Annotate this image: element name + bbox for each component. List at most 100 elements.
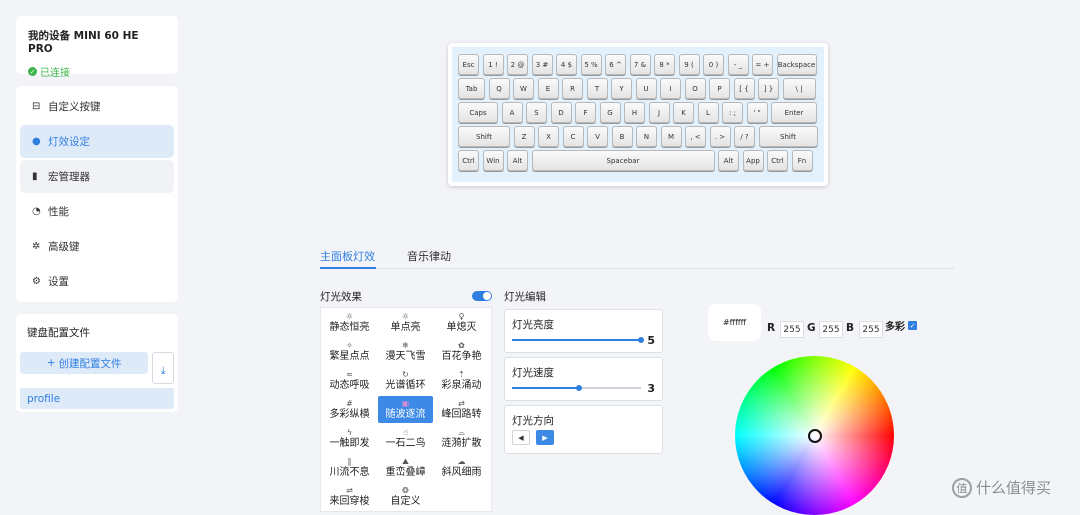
key-1-12[interactable]: ] } [758, 78, 779, 99]
key-1-5[interactable]: T [586, 78, 608, 99]
key-1-6[interactable]: Y [611, 78, 632, 99]
key-3-4[interactable]: V [587, 126, 608, 147]
key-4-4[interactable]: Alt [718, 150, 739, 171]
key-2-8[interactable]: K [673, 102, 694, 123]
key-4-0[interactable]: Ctrl [458, 150, 479, 171]
key-3-5[interactable]: B [611, 126, 633, 147]
key-3-6[interactable]: N [636, 126, 657, 147]
key-0-7[interactable]: 7 & [629, 54, 651, 75]
key-3-10[interactable]: / ? [734, 126, 755, 147]
effect-17[interactable]: ☁ 斜风细雨 [434, 454, 489, 481]
effect-18[interactable]: ⇌ 来回穿梭 [322, 483, 377, 510]
key-4-7[interactable]: Fn [791, 150, 813, 171]
key-0-8[interactable]: 8 * [654, 54, 675, 75]
effect-16[interactable]: ⛰ 重峦叠嶂 [378, 454, 433, 481]
effect-5[interactable]: ✿ 百花争艳 [434, 338, 489, 365]
key-0-5[interactable]: 5 % [580, 54, 602, 75]
r-input[interactable]: 255 [780, 321, 804, 338]
key-2-12[interactable]: Enter [771, 102, 817, 123]
effect-15[interactable]: ∥ 川流不息 [322, 454, 377, 481]
sidebar-item-advanced[interactable]: ✲ 高级键 [20, 230, 174, 263]
key-1-3[interactable]: E [537, 78, 559, 99]
key-0-11[interactable]: - _ [727, 54, 749, 75]
speed-slider[interactable] [512, 385, 641, 391]
effect-4[interactable]: ❄ 漫天飞雪 [378, 338, 433, 365]
key-0-1[interactable]: 1 ! [482, 54, 504, 75]
key-3-3[interactable]: C [562, 126, 584, 147]
key-2-3[interactable]: D [550, 102, 572, 123]
effect-14[interactable]: ⌓ 涟漪扩散 [434, 425, 489, 452]
effect-7[interactable]: ↻ 光谱循环 [378, 367, 433, 394]
key-0-0[interactable]: Esc [458, 54, 479, 75]
effect-12[interactable]: ϟ 一触即发 [322, 425, 377, 452]
effect-19[interactable]: ❂ 自定义 [378, 483, 433, 510]
direction-right-button[interactable]: ▶ [536, 430, 554, 445]
create-profile-button[interactable]: + 创建配置文件 [20, 352, 149, 374]
key-2-11[interactable]: ' " [746, 102, 768, 123]
sidebar-item-macro[interactable]: ▮ 宏管理器 [20, 160, 174, 193]
key-1-10[interactable]: P [709, 78, 730, 99]
effect-2[interactable]: ♀ 单熄灭 [434, 309, 489, 336]
effects-toggle[interactable] [472, 291, 492, 301]
key-3-2[interactable]: X [538, 126, 559, 147]
key-1-4[interactable]: R [562, 78, 583, 99]
key-3-7[interactable]: M [660, 126, 682, 147]
key-1-8[interactable]: I [660, 78, 681, 99]
tab-music-rhythm[interactable]: 音乐律动 [407, 248, 451, 264]
hex-color-value[interactable]: #ffffff [708, 304, 761, 341]
key-4-1[interactable]: Win [482, 150, 504, 171]
key-1-9[interactable]: O [684, 78, 706, 99]
key-4-2[interactable]: Alt [507, 150, 528, 171]
sidebar-item-performance[interactable]: ◔ 性能 [20, 195, 174, 228]
key-3-1[interactable]: Z [513, 126, 535, 147]
effect-3[interactable]: ✧ 繁星点点 [322, 338, 377, 365]
key-4-6[interactable]: Ctrl [767, 150, 788, 171]
key-1-11[interactable]: [ { [733, 78, 755, 99]
key-2-7[interactable]: J [648, 102, 670, 123]
key-0-4[interactable]: 4 $ [556, 54, 577, 75]
effect-10[interactable]: ▣ 随波逐流 [378, 396, 433, 423]
key-1-7[interactable]: U [635, 78, 657, 99]
effect-13[interactable]: ☝ 一石二鸟 [378, 425, 433, 452]
key-0-12[interactable]: = + [752, 54, 773, 75]
key-4-5[interactable]: App [742, 150, 764, 171]
g-input[interactable]: 255 [819, 321, 843, 338]
effect-1[interactable]: ☼ 单点亮 [378, 309, 433, 336]
key-1-0[interactable]: Tab [458, 78, 485, 99]
sidebar-item-keymap[interactable]: ⊟ 自定义按键 [20, 90, 174, 123]
key-4-3[interactable]: Spacebar [531, 150, 715, 171]
effect-6[interactable]: ≈ 动态呼吸 [322, 367, 377, 394]
key-2-0[interactable]: Caps [458, 102, 498, 123]
color-wheel-handle[interactable] [808, 429, 822, 443]
effect-8[interactable]: ⇡ 彩泉涌动 [434, 367, 489, 394]
key-2-1[interactable]: A [501, 102, 523, 123]
key-2-9[interactable]: L [697, 102, 719, 123]
effect-9[interactable]: # 多彩纵横 [322, 396, 377, 423]
key-1-1[interactable]: Q [488, 78, 510, 99]
sidebar-item-lighting[interactable]: ● 灯效设定 [20, 125, 174, 158]
key-3-9[interactable]: . > [709, 126, 731, 147]
key-1-13[interactable]: \ | [782, 78, 816, 99]
key-0-9[interactable]: 9 ( [678, 54, 700, 75]
key-2-6[interactable]: H [624, 102, 645, 123]
key-0-2[interactable]: 2 @ [507, 54, 528, 75]
key-0-13[interactable]: Backspace [776, 54, 817, 75]
import-profile-button[interactable]: ⤓ [152, 352, 174, 384]
effect-11[interactable]: ⇄ 峰回路转 [434, 396, 489, 423]
profile-item[interactable]: profile [20, 388, 174, 409]
key-3-0[interactable]: Shift [458, 126, 510, 147]
key-2-10[interactable]: : ; [722, 102, 743, 123]
key-3-8[interactable]: , < [685, 126, 706, 147]
b-input[interactable]: 255 [859, 321, 883, 338]
key-3-11[interactable]: Shift [758, 126, 818, 147]
key-2-5[interactable]: G [599, 102, 621, 123]
key-0-10[interactable]: 0 ) [703, 54, 724, 75]
multicolor-checkbox[interactable]: 多彩 ✓ [885, 318, 917, 333]
tab-main-lighting[interactable]: 主面板灯效 [320, 248, 375, 264]
key-2-2[interactable]: S [526, 102, 547, 123]
brightness-slider[interactable] [512, 337, 644, 343]
key-0-6[interactable]: 6 ^ [605, 54, 626, 75]
direction-left-button[interactable]: ◀ [512, 430, 530, 445]
key-1-2[interactable]: W [513, 78, 534, 99]
key-2-4[interactable]: F [575, 102, 596, 123]
